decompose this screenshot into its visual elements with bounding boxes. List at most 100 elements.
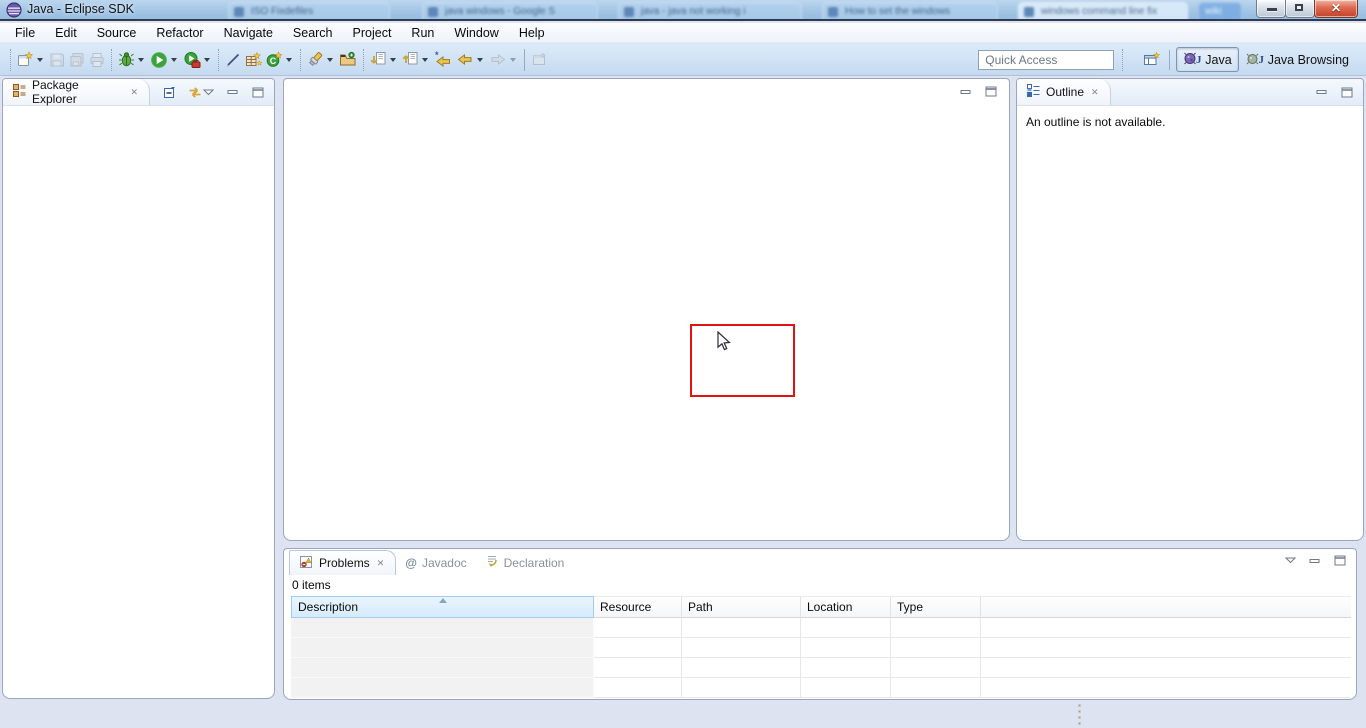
minimize-view-icon[interactable] — [227, 87, 239, 97]
problems-table[interactable]: Description Resource Path Location Type — [291, 596, 1351, 698]
menu-run[interactable]: Run — [401, 24, 444, 42]
mark-occurrences-button[interactable] — [223, 48, 243, 72]
view-menu-icon[interactable] — [203, 89, 214, 96]
collapse-all-button[interactable] — [162, 85, 177, 100]
new-wizard-button[interactable] — [15, 48, 47, 72]
debug-button[interactable] — [116, 48, 148, 72]
column-header-path[interactable]: Path — [682, 596, 801, 618]
minimize-view-icon[interactable] — [960, 86, 972, 97]
outline-view: Outline ✕ An outline is not available. — [1016, 78, 1364, 541]
menu-project[interactable]: Project — [343, 24, 402, 42]
eclipse-window: ISO Fixdefiles java windows - Google S j… — [0, 0, 1366, 728]
menu-search[interactable]: Search — [283, 24, 343, 42]
new-java-class-icon: C — [266, 51, 283, 68]
menu-window[interactable]: Window — [444, 24, 508, 42]
editor-area[interactable] — [283, 78, 1010, 541]
open-perspective-button[interactable] — [1141, 48, 1163, 72]
column-header-type[interactable]: Type — [891, 596, 981, 618]
tab-problems[interactable]: Problems ✕ — [289, 550, 396, 575]
trim-drag-handle[interactable] — [1078, 704, 1081, 725]
java-perspective-icon: J — [1183, 50, 1201, 69]
toolbar-separator — [111, 49, 112, 71]
forward-dropdown-icon — [510, 58, 516, 62]
maximize-view-icon[interactable] — [252, 87, 264, 98]
toolbar-separator — [218, 49, 219, 71]
declaration-icon — [485, 554, 499, 571]
new-java-project-button[interactable] — [243, 48, 264, 72]
next-annotation-button[interactable] — [368, 48, 400, 72]
menu-source[interactable]: Source — [87, 24, 147, 42]
problems-icon — [299, 555, 314, 572]
minimize-view-icon[interactable] — [1309, 555, 1321, 566]
pin-editor-button — [529, 48, 550, 72]
back-button[interactable] — [454, 48, 487, 72]
tab-problems-label: Problems — [319, 556, 370, 570]
menu-refactor[interactable]: Refactor — [146, 24, 213, 42]
perspective-java-button[interactable]: J Java — [1176, 47, 1238, 72]
last-edit-location-button[interactable]: * — [432, 48, 454, 72]
column-header-description[interactable]: Description — [291, 596, 594, 618]
menu-help[interactable]: Help — [509, 24, 555, 42]
background-browser-tab: java windows - Google S — [422, 2, 598, 21]
column-header-resource[interactable]: Resource — [594, 596, 682, 618]
window-controls: ✕ — [1257, 0, 1358, 18]
menu-file[interactable]: File — [5, 24, 45, 42]
svg-text:C: C — [270, 56, 277, 66]
back-arrow-icon — [456, 51, 474, 68]
previous-annotation-dropdown-icon — [422, 58, 428, 62]
editor-area-controls — [960, 86, 997, 97]
external-tools-button[interactable] — [181, 48, 214, 72]
run-button[interactable] — [148, 48, 181, 72]
main-toolbar: C * — [0, 44, 1366, 76]
link-with-editor-button[interactable] — [187, 85, 203, 100]
toolbar-right-area: J Java J Java Browsing — [978, 47, 1360, 72]
close-icon[interactable]: ✕ — [375, 557, 387, 570]
print-icon — [89, 52, 105, 68]
last-edit-location-icon: * — [434, 51, 452, 68]
quick-access-input[interactable] — [978, 50, 1114, 70]
package-explorer-body[interactable] — [3, 106, 274, 699]
new-wizard-dropdown-icon — [37, 58, 43, 62]
tab-declaration-label: Declaration — [504, 556, 565, 570]
svg-text:*: * — [435, 51, 439, 60]
restore-button[interactable] — [1285, 0, 1315, 18]
save-button — [47, 48, 67, 72]
background-browser-tab: java - java not working i — [618, 2, 802, 21]
package-explorer-tab[interactable]: Package Explorer ✕ — [3, 79, 150, 105]
toolbar-separator — [1122, 49, 1123, 71]
perspective-java-label: Java — [1205, 53, 1231, 67]
titlebar[interactable]: ISO Fixdefiles java windows - Google S j… — [0, 0, 1366, 21]
maximize-view-icon[interactable] — [1334, 555, 1346, 566]
menu-edit[interactable]: Edit — [45, 24, 87, 42]
table-row — [291, 678, 1351, 698]
previous-annotation-button[interactable] — [400, 48, 432, 72]
toolbar-separator — [10, 49, 11, 71]
save-icon — [49, 52, 65, 68]
perspective-separator — [1169, 50, 1170, 70]
search-button[interactable] — [305, 48, 337, 72]
java-browsing-perspective-icon: J — [1246, 50, 1264, 69]
maximize-view-icon[interactable] — [1341, 87, 1353, 98]
close-icon[interactable]: ✕ — [1089, 86, 1101, 99]
minimize-view-icon[interactable] — [1316, 87, 1328, 97]
tab-javadoc[interactable]: @ Javadoc — [396, 550, 475, 575]
new-java-class-button[interactable]: C — [264, 48, 296, 72]
tab-javadoc-label: Javadoc — [422, 556, 467, 570]
outline-empty-message: An outline is not available. — [1017, 106, 1363, 138]
perspective-java-browsing-button[interactable]: J Java Browsing — [1239, 47, 1356, 72]
package-explorer-toolbar — [162, 79, 203, 105]
back-dropdown-icon — [477, 58, 483, 62]
maximize-view-icon[interactable] — [985, 86, 997, 97]
menu-navigate[interactable]: Navigate — [214, 24, 283, 42]
outline-tab-label: Outline — [1046, 85, 1084, 99]
tab-declaration[interactable]: Declaration — [476, 550, 574, 575]
mouse-cursor — [717, 331, 733, 358]
view-menu-icon[interactable] — [1285, 555, 1296, 566]
favicon-icon — [828, 7, 838, 17]
close-icon[interactable]: ✕ — [128, 86, 140, 99]
outline-tab[interactable]: Outline ✕ — [1017, 79, 1111, 105]
minimize-button[interactable] — [1256, 0, 1286, 18]
open-type-button[interactable] — [337, 48, 359, 72]
column-header-location[interactable]: Location — [801, 596, 891, 618]
close-button[interactable]: ✕ — [1314, 0, 1358, 18]
